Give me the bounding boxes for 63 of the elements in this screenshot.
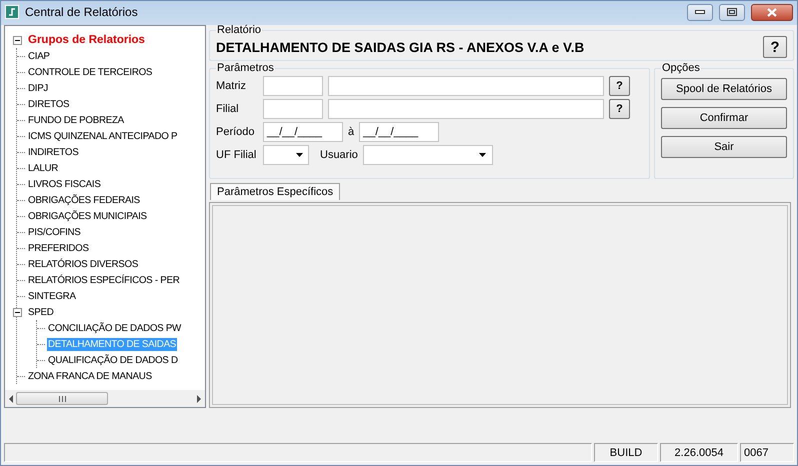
field-label: Período (216, 126, 256, 138)
group-label: Parâmetros (216, 63, 275, 74)
scroll-right-icon[interactable] (196, 394, 202, 402)
tree-item[interactable]: SPED (27, 306, 54, 318)
tree-item[interactable]: SINTEGRA (27, 290, 77, 302)
tree-item[interactable]: FUNDO DE POBREZA (27, 114, 125, 126)
tree-item[interactable]: CIAP (27, 50, 51, 62)
tree-item[interactable]: DIPJ (27, 82, 50, 94)
date-field[interactable]: __/__/____ (263, 122, 343, 142)
dropdown-arrow-icon (479, 153, 486, 157)
minimize-button[interactable] (687, 4, 713, 20)
help-button[interactable]: ? (763, 36, 787, 58)
tree-item[interactable]: CONTROLE DE TERCEIROS (27, 66, 154, 78)
input-field[interactable] (263, 76, 323, 96)
tree-item[interactable]: DIRETOS (27, 98, 70, 110)
field-label: Usuario (320, 149, 358, 161)
tree-item[interactable]: RELATÓRIOS DIVERSOS (27, 258, 140, 270)
tree-item[interactable]: LIVROS FISCAIS (27, 178, 102, 190)
tab[interactable]: Parâmetros Específicos (210, 183, 340, 200)
status-text: 0067 (740, 443, 794, 462)
tree-item[interactable]: CONCILIAÇÃO DE DADOS PW (47, 322, 182, 334)
action-button[interactable]: Confirmar (661, 107, 787, 129)
status-text: 2.26.0054 (660, 443, 738, 462)
tree-item[interactable]: LALUR (27, 162, 60, 174)
tree-item[interactable]: PREFERIDOS (27, 242, 90, 254)
range-separator: à (348, 126, 354, 138)
tree-item[interactable]: RELATÓRIOS ESPECÍFICOS - PER (27, 274, 180, 286)
tree-item[interactable]: INDIRETOS (27, 146, 80, 158)
tree-item[interactable]: PIS/COFINS (27, 226, 82, 238)
minimize-icon (695, 10, 705, 14)
field-label: Matriz (216, 80, 247, 92)
tree-item[interactable]: QUALIFICAÇÃO DE DADOS D (47, 354, 179, 366)
tree-item[interactable]: ICMS QUINZENAL ANTECIPADO P (27, 130, 178, 142)
lookup-button[interactable]: ? (609, 76, 630, 96)
app-icon (5, 5, 19, 19)
window-title: Central de Relatórios (25, 5, 139, 19)
tree-item[interactable]: ZONA FRANCA DE MANAUS (27, 370, 153, 382)
status-text: BUILD (594, 443, 658, 462)
collapse-icon[interactable] (12, 308, 22, 316)
scrollbar-thumb[interactable] (16, 392, 108, 405)
action-button[interactable]: Sair (661, 136, 787, 158)
grip-icon (58, 396, 66, 402)
tree-item[interactable]: Grupos de Relatorios (27, 33, 146, 47)
field-label: Filial (216, 103, 240, 115)
report-title: DETALHAMENTO DE SAIDAS GIA RS - ANEXOS V.A e V.B (216, 40, 584, 54)
group-label: Opções (661, 63, 701, 74)
input-field[interactable] (263, 99, 323, 119)
close-button[interactable] (751, 4, 793, 20)
collapse-icon[interactable] (12, 36, 22, 44)
close-icon (767, 8, 777, 16)
field-label: UF Filial (216, 149, 258, 161)
input-field[interactable] (328, 99, 604, 119)
tree-item[interactable]: OBRIGAÇÕES MUNICIPAIS (27, 210, 148, 222)
tree-item[interactable]: OBRIGAÇÕES FEDERAIS (27, 194, 141, 206)
dropdown-arrow-icon (296, 153, 302, 157)
lookup-button[interactable]: ? (609, 99, 630, 119)
input-field[interactable] (328, 76, 604, 96)
group-label: Relatório (216, 25, 262, 36)
action-button[interactable]: Spool de Relatórios (661, 78, 787, 100)
scroll-left-icon[interactable] (8, 394, 14, 402)
date-field[interactable]: __/__/____ (359, 122, 440, 142)
maximize-icon (727, 8, 737, 16)
maximize-button[interactable] (719, 4, 745, 20)
